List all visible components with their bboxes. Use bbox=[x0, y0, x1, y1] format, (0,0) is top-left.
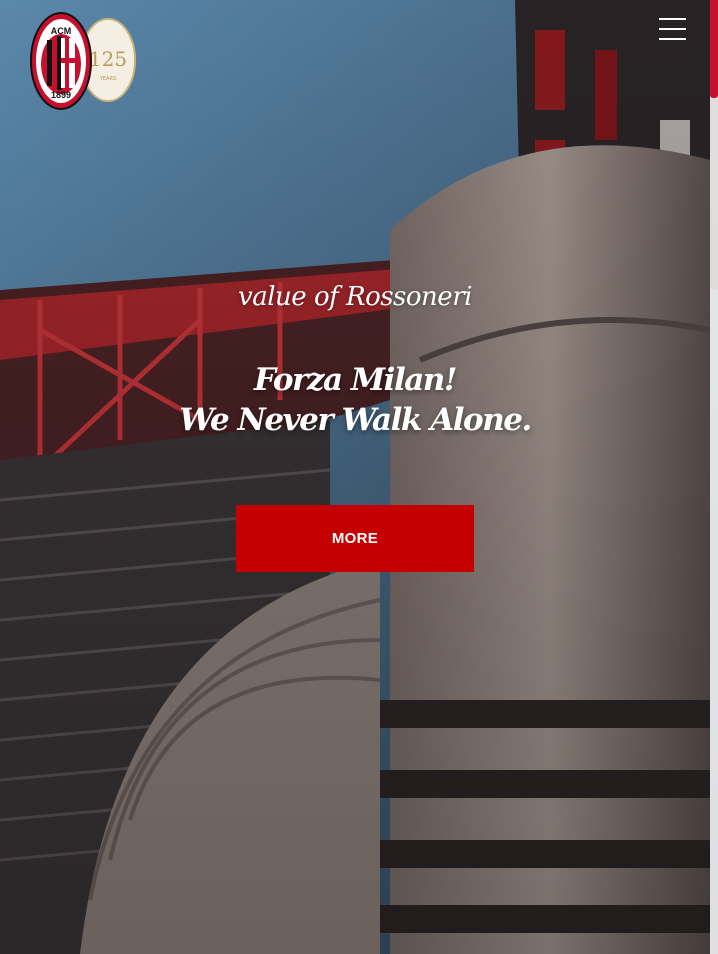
menu-line-middle bbox=[659, 28, 686, 30]
hero-tagline-line2: We Never Walk Alone. bbox=[179, 402, 532, 438]
menu-line-top bbox=[659, 18, 686, 20]
club-logo-link[interactable]: 125 YEARS ACM 1899 bbox=[30, 12, 140, 112]
crest-acm-text: ACM bbox=[51, 26, 72, 36]
badge-number: 125 bbox=[89, 47, 127, 71]
hero-subtitle: value of Rossoneri bbox=[238, 282, 472, 312]
hero-tagline-line1: Forza Milan! bbox=[254, 362, 457, 398]
more-button[interactable]: MORE bbox=[236, 505, 474, 572]
hamburger-menu-icon[interactable] bbox=[655, 14, 691, 46]
crest-year-text: 1899 bbox=[51, 90, 71, 100]
badge-text: YEARS bbox=[99, 76, 116, 82]
scrollbar-thumb[interactable] bbox=[710, 0, 718, 98]
scrollbar-track[interactable] bbox=[710, 0, 718, 954]
ac-milan-crest-logo: 125 YEARS ACM 1899 bbox=[30, 12, 136, 110]
stadium-background-image bbox=[0, 0, 718, 954]
hero-page: 125 YEARS ACM 1899 value of Rossoneri Fo… bbox=[0, 0, 718, 954]
menu-line-bottom bbox=[659, 38, 686, 40]
